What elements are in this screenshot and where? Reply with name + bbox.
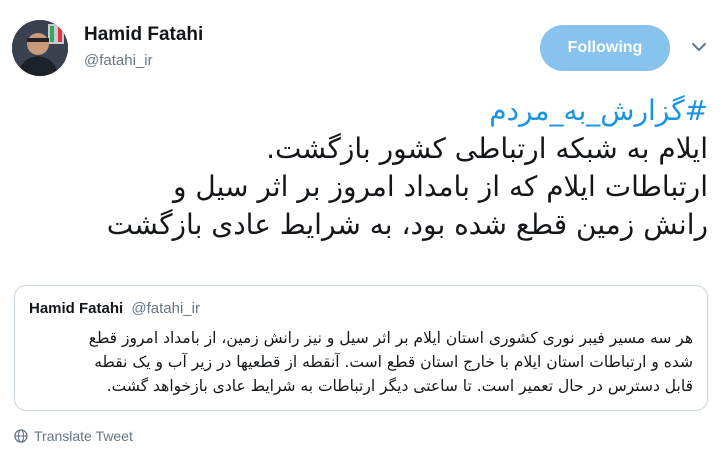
tweet-text: #گزارش_به_مردم ایلام به شبکه ارتباطی کشو… <box>14 92 708 244</box>
quoted-tweet-line: هر سه مسیر فیبر نوری کشوری استان ایلام ب… <box>88 329 693 347</box>
tweet-line: ایلام به شبکه ارتباطی کشور بازگشت. <box>266 132 708 165</box>
following-button[interactable]: Following <box>540 25 670 71</box>
globe-icon <box>14 429 28 443</box>
quoted-tweet-header: Hamid Fatahi @fatahi_ir <box>29 300 200 317</box>
tweet-line: ارتباطات ایلام که از بامداد امروز بر اثر… <box>172 170 708 203</box>
author-name[interactable]: Hamid Fatahi <box>84 24 203 46</box>
hashtag-link[interactable]: #گزارش_به_مردم <box>489 94 708 127</box>
quoted-tweet-line: قابل دسترس در حال تعمیر است. تا ساعتی دی… <box>106 377 693 395</box>
quoted-tweet-line: شده و ارتباطات استان ایلام با خارج استان… <box>94 353 693 371</box>
author-handle[interactable]: @fatahi_ir <box>84 52 153 69</box>
translate-tweet-label: Translate Tweet <box>34 428 133 444</box>
chevron-down-icon[interactable] <box>690 38 708 56</box>
quoted-tweet-text: هر سه مسیر فیبر نوری کشوری استان ایلام ب… <box>29 326 693 398</box>
quoted-author-handle: @fatahi_ir <box>131 300 200 317</box>
avatar[interactable] <box>12 20 68 76</box>
translate-tweet-link[interactable]: Translate Tweet <box>14 428 133 444</box>
avatar-image <box>12 20 68 76</box>
quoted-tweet-card[interactable]: Hamid Fatahi @fatahi_ir هر سه مسیر فیبر … <box>14 285 708 411</box>
tweet-line: رانش زمین قطع شده بود، به شرایط عادی باز… <box>106 208 708 241</box>
quoted-author-name: Hamid Fatahi <box>29 300 124 317</box>
